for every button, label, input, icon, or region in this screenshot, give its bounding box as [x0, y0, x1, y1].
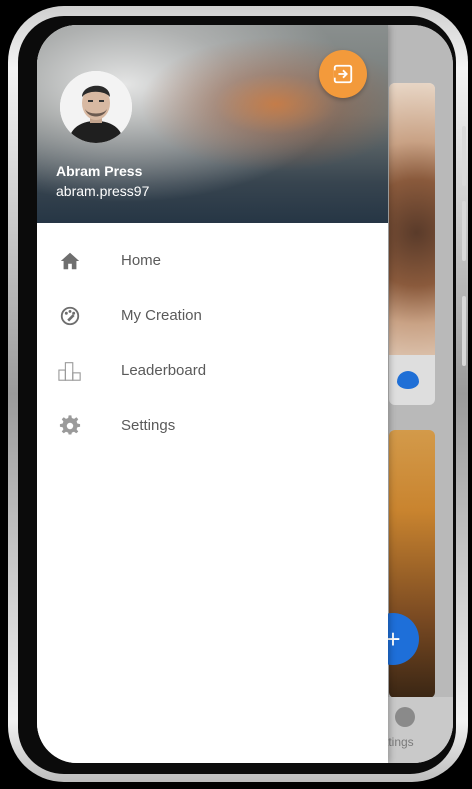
menu-label-settings: Settings — [121, 417, 176, 434]
navigation-drawer: Abram Press abram.press97 Home My Creati… — [37, 25, 388, 763]
leaderboard-icon — [58, 359, 82, 383]
menu-label-leaderboard: Leaderboard — [121, 362, 207, 379]
menu-item-leaderboard[interactable]: Leaderboard — [37, 343, 388, 398]
menu-label-my-creation: My Creation — [121, 307, 202, 324]
feed-card[interactable] — [389, 83, 435, 405]
avatar[interactable] — [60, 71, 132, 143]
home-icon — [58, 249, 82, 273]
power-button — [462, 296, 466, 366]
volume-button — [462, 126, 466, 186]
phone-screen: + ttings Abram Press abram.press97 Home … — [37, 25, 453, 763]
menu-item-settings[interactable]: Settings — [37, 398, 388, 453]
user-handle: abram.press97 — [56, 183, 150, 199]
logout-button[interactable] — [319, 50, 367, 98]
feed-card-image — [389, 83, 435, 355]
drawer-menu: Home My Creation Leaderboard Settings — [37, 223, 388, 453]
palette-icon — [58, 304, 82, 328]
bottom-nav-label: ttings — [385, 735, 414, 749]
user-name: Abram Press — [56, 163, 143, 179]
drawer-header: Abram Press abram.press97 — [37, 25, 388, 223]
comment-icon[interactable] — [397, 371, 419, 389]
logout-icon — [333, 64, 353, 84]
gear-icon — [58, 414, 82, 438]
menu-label-home: Home — [121, 252, 162, 269]
volume-button-lower — [462, 201, 466, 261]
menu-item-my-creation[interactable]: My Creation — [37, 288, 388, 343]
menu-item-home[interactable]: Home — [37, 233, 388, 288]
gear-icon — [395, 707, 415, 727]
